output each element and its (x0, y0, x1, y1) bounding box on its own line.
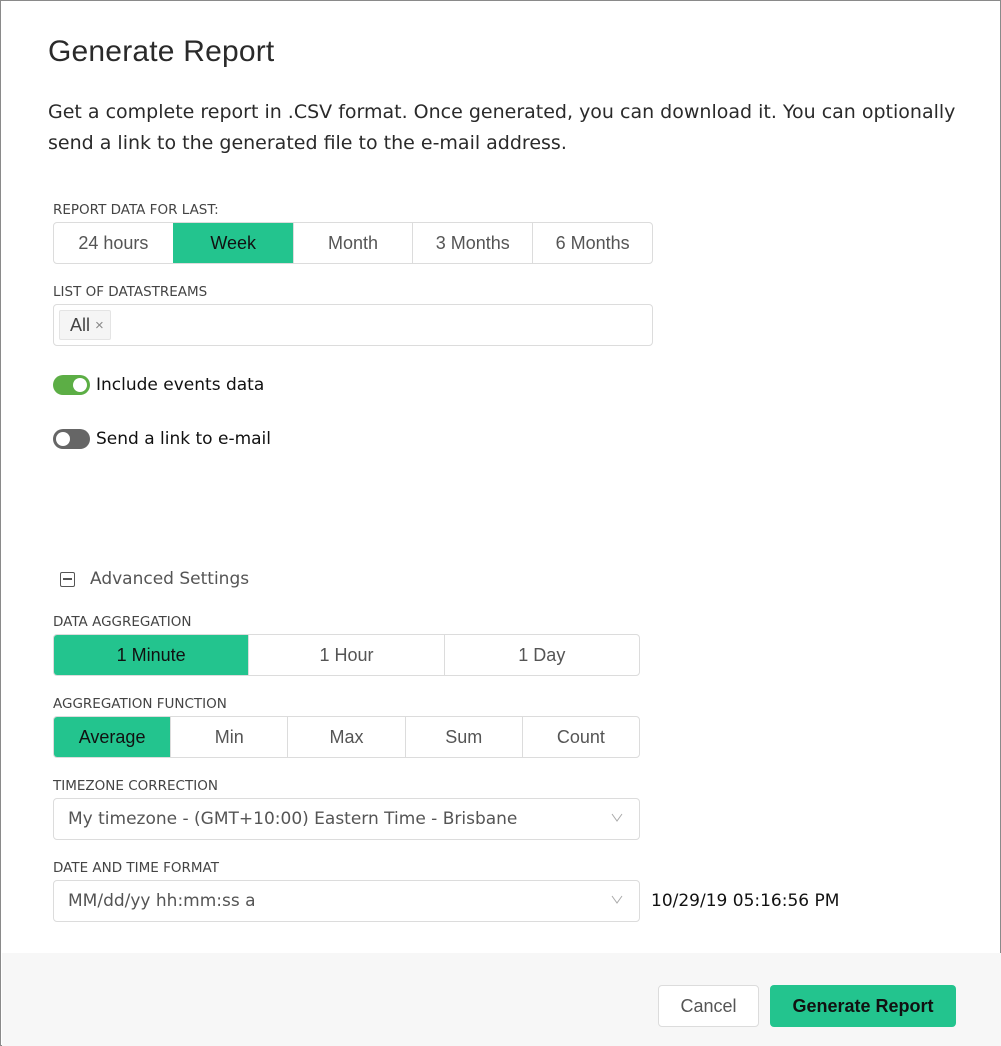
aggregation-option-1-hour[interactable]: 1 Hour (248, 635, 443, 675)
period-option-month[interactable]: Month (292, 223, 413, 263)
timezone-value: My timezone - (GMT+10:00) Eastern Time -… (68, 809, 518, 829)
period-option-24-hours[interactable]: 24 hours (54, 223, 173, 263)
advanced-settings-label: Advanced Settings (90, 569, 250, 589)
period-segmented-control: 24 hours Week Month 3 Months 6 Months (53, 222, 653, 264)
send-email-toggle[interactable] (53, 429, 90, 449)
aggregation-option-1-minute[interactable]: 1 Minute (54, 635, 249, 675)
chevron-down-icon (611, 813, 623, 822)
function-option-min[interactable]: Min (170, 717, 287, 757)
toggle-knob (56, 432, 70, 446)
datetime-preview: 10/29/19 05:16:56 PM (651, 891, 840, 911)
aggregation-label: DATA AGGREGATION (53, 614, 192, 630)
period-label: REPORT DATA FOR LAST: (53, 202, 219, 218)
function-segmented-control: Average Min Max Sum Count (53, 716, 640, 758)
function-option-count[interactable]: Count (521, 717, 639, 757)
dialog-description: Get a complete report in .CSV format. On… (48, 101, 956, 154)
remove-tag-icon[interactable]: × (95, 317, 104, 334)
aggregation-option-1-day[interactable]: 1 Day (443, 635, 639, 675)
generate-report-button[interactable]: Generate Report (770, 985, 956, 1027)
function-option-max[interactable]: Max (287, 717, 404, 757)
function-label: AGGREGATION FUNCTION (53, 696, 227, 712)
period-option-week[interactable]: Week (172, 223, 293, 263)
collapse-minus-icon (60, 571, 75, 587)
period-option-3-months[interactable]: 3 Months (412, 223, 532, 263)
datetime-format-value: MM/dd/yy hh:mm:ss a (68, 891, 256, 911)
chevron-down-icon (611, 895, 623, 904)
function-option-sum[interactable]: Sum (404, 717, 522, 757)
datastreams-label: LIST OF DATASTREAMS (53, 284, 208, 300)
send-email-row: Send a link to e-mail (53, 429, 271, 449)
datetime-format-label: DATE AND TIME FORMAT (53, 860, 219, 876)
timezone-label: TIMEZONE CORRECTION (53, 778, 218, 794)
datetime-format-select[interactable]: MM/dd/yy hh:mm:ss a (53, 880, 640, 922)
datastreams-input[interactable]: All × (53, 304, 653, 346)
toggle-knob (73, 378, 87, 392)
send-email-label: Send a link to e-mail (96, 429, 271, 449)
function-option-average[interactable]: Average (54, 717, 171, 757)
timezone-select[interactable]: My timezone - (GMT+10:00) Eastern Time -… (53, 798, 640, 840)
datastream-tag: All × (59, 310, 111, 340)
generate-report-dialog: Generate Report Get a complete report in… (0, 0, 1001, 1046)
dialog-title: Generate Report (48, 35, 275, 68)
advanced-settings-toggle[interactable]: Advanced Settings (60, 569, 249, 589)
include-events-toggle[interactable] (53, 375, 90, 395)
aggregation-segmented-control: 1 Minute 1 Hour 1 Day (53, 634, 640, 676)
include-events-label: Include events data (96, 375, 265, 395)
period-option-6-months[interactable]: 6 Months (532, 223, 652, 263)
cancel-button[interactable]: Cancel (658, 985, 759, 1027)
datastream-tag-label: All (70, 314, 91, 335)
include-events-row: Include events data (53, 375, 264, 395)
